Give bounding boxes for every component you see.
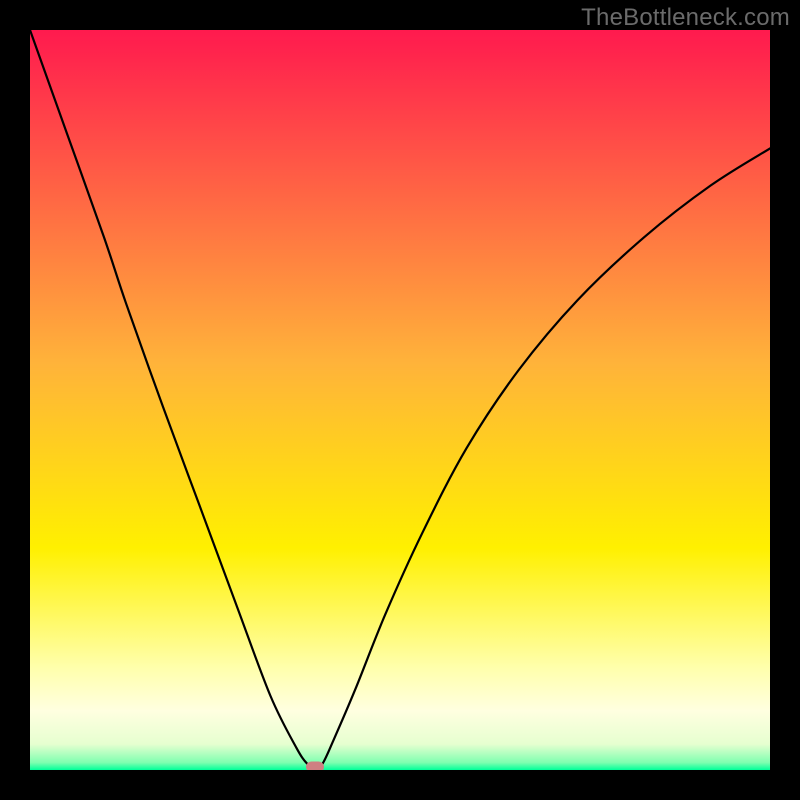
plot-area <box>30 30 770 770</box>
watermark-text: TheBottleneck.com <box>581 4 790 32</box>
chart-frame: TheBottleneck.com <box>0 0 800 800</box>
bottleneck-curve <box>30 30 770 770</box>
optimum-marker <box>306 762 324 770</box>
